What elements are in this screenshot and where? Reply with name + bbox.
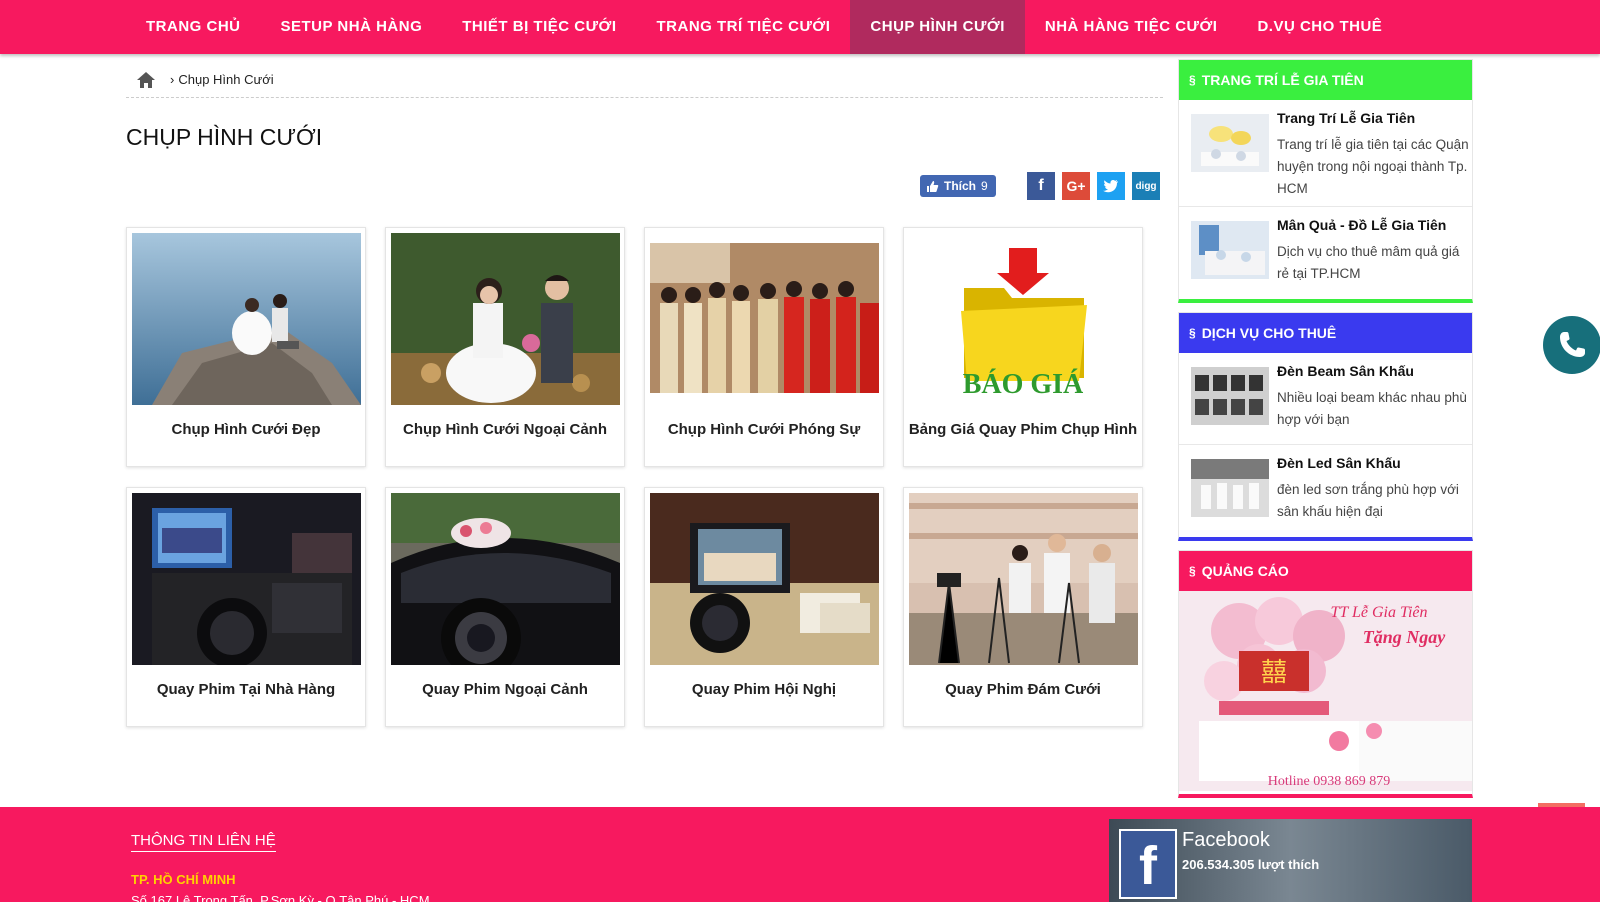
footer-title: THÔNG TIN LIÊN HỆ: [131, 832, 276, 852]
top-navigation: TRANG CHỦ SETUP NHÀ HÀNG THIẾT BỊ TIỆC C…: [0, 0, 1600, 54]
facebook-like-button[interactable]: Thích 9: [920, 175, 996, 197]
photo-video-conference[interactable]: [650, 493, 879, 665]
footer-address: Số 167 Lê Trọng Tấn, P.Sơn Kỳ - Q.Tân Ph…: [131, 893, 430, 908]
spiral-icon: §: [1189, 326, 1196, 340]
photo-wedding-outdoor[interactable]: [391, 233, 620, 405]
digg-icon[interactable]: digg: [1132, 172, 1160, 200]
facebook-page-name[interactable]: Facebook: [1182, 829, 1270, 852]
sidebar-item[interactable]: Mân Quả - Đồ Lễ Gia Tiên Dịch vụ cho thu…: [1179, 207, 1472, 299]
sidebar-item-desc: đèn led sơn trắng phù hợp với sân khấu h…: [1277, 482, 1459, 519]
sidebar-item-title[interactable]: Trang Trí Lễ Gia Tiên: [1277, 110, 1415, 126]
page-title: CHỤP HÌNH CƯỚI: [126, 124, 323, 150]
svg-text:囍: 囍: [1261, 658, 1287, 687]
home-icon[interactable]: [136, 71, 156, 89]
nav-item-setup-restaurant[interactable]: SETUP NHÀ HÀNG: [261, 0, 443, 54]
card-caption[interactable]: Quay Phim Hội Nghị: [645, 681, 883, 698]
sidebar-thumbnail[interactable]: [1191, 367, 1269, 425]
category-card[interactable]: Quay Phim Tại Nhà Hàng: [126, 487, 366, 727]
nav-item-rental-services[interactable]: D.VỤ CHO THUÊ: [1237, 0, 1402, 54]
sidebar-box-rental: § DỊCH VỤ CHO THUÊ Đèn Beam Sân Khấu Nhi…: [1178, 312, 1473, 541]
call-phone-button[interactable]: [1543, 316, 1600, 374]
sidebar-item[interactable]: Đèn Beam Sân Khấu Nhiều loại beam khác n…: [1179, 353, 1472, 445]
thumbs-up-icon: [927, 180, 939, 192]
nav-item-home[interactable]: TRANG CHỦ: [126, 0, 261, 54]
card-caption[interactable]: Quay Phim Đám Cưới: [904, 681, 1142, 698]
category-card[interactable]: Chụp Hình Cưới Ngoại Cảnh: [385, 227, 625, 467]
card-caption[interactable]: Chụp Hình Cưới Ngoại Cảnh: [386, 421, 624, 438]
ad-line-1: TT Lễ Gia Tiên: [1330, 604, 1427, 621]
sidebar-thumbnail[interactable]: [1191, 114, 1269, 172]
spiral-icon: §: [1189, 564, 1196, 578]
breadcrumb-separator: ›: [170, 72, 175, 87]
category-card[interactable]: Chụp Hình Cưới Đẹp: [126, 227, 366, 467]
google-plus-icon[interactable]: G+: [1062, 172, 1090, 200]
price-badge-text: BÁO GIÁ: [963, 369, 1084, 400]
spiral-icon: §: [1189, 73, 1196, 87]
photo-video-outdoor[interactable]: [391, 493, 620, 665]
nav-item-wedding-photography[interactable]: CHỤP HÌNH CƯỚI: [850, 0, 1025, 54]
sidebar-box-title: TRANG TRÍ LỄ GIA TIÊN: [1201, 72, 1364, 88]
sidebar-item-desc: Dịch vụ cho thuê mâm quả giá rẻ tại TP.H…: [1277, 244, 1460, 281]
ad-line-2: Tặng Ngay: [1363, 627, 1447, 647]
twitter-icon[interactable]: [1097, 172, 1125, 200]
sidebar-box-header: § TRANG TRÍ LỄ GIA TIÊN: [1179, 60, 1472, 100]
photo-video-wedding[interactable]: [909, 493, 1138, 665]
sidebar-box-ancestor-decor: § TRANG TRÍ LỄ GIA TIÊN Trang Trí Lễ Gia…: [1178, 59, 1473, 303]
sidebar-item-desc: Trang trí lễ gia tiên tại các Quận huyện…: [1277, 137, 1469, 196]
footer-city: TP. HỒ CHÍ MINH: [131, 872, 236, 887]
ad-banner[interactable]: 囍 TT Lễ Gia Tiên Tặng Ngay Hotline 0938 …: [1179, 591, 1472, 791]
sidebar-box-title: QUẢNG CÁO: [1201, 563, 1289, 579]
sidebar-item[interactable]: Trang Trí Lễ Gia Tiên Trang trí lễ gia t…: [1179, 100, 1472, 207]
sidebar-box-header: § QUẢNG CÁO: [1179, 551, 1472, 591]
sidebar-thumbnail[interactable]: [1191, 221, 1269, 279]
breadcrumb-current: Chụp Hình Cưới: [178, 72, 274, 87]
sidebar-box-header: § DỊCH VỤ CHO THUÊ: [1179, 313, 1472, 353]
footer: THÔNG TIN LIÊN HỆ TP. HỒ CHÍ MINH Số 167…: [0, 807, 1600, 908]
card-caption[interactable]: Quay Phim Tại Nhà Hàng: [127, 681, 365, 698]
nav-item-wedding-restaurant[interactable]: NHÀ HÀNG TIỆC CƯỚI: [1025, 0, 1238, 54]
category-card[interactable]: Quay Phim Hội Nghị: [644, 487, 884, 727]
sidebar-thumbnail[interactable]: [1191, 459, 1269, 517]
card-caption[interactable]: Bảng Giá Quay Phim Chụp Hình: [904, 421, 1142, 438]
category-card[interactable]: Chụp Hình Cưới Phóng Sự: [644, 227, 884, 467]
photo-price-list[interactable]: BÁO GIÁ: [909, 233, 1138, 405]
nav-item-wedding-decoration[interactable]: TRANG TRÍ TIỆC CƯỚI: [637, 0, 851, 54]
card-caption[interactable]: Chụp Hình Cưới Đẹp: [127, 421, 365, 438]
photo-wedding-beautiful[interactable]: [132, 233, 361, 405]
card-caption[interactable]: Quay Phim Ngoại Cảnh: [386, 681, 624, 698]
category-card[interactable]: BÁO GIÁ Bảng Giá Quay Phim Chụp Hình: [903, 227, 1143, 467]
photo-wedding-reportage[interactable]: [650, 233, 879, 405]
nav-item-wedding-equipment[interactable]: THIẾT BỊ TIỆC CƯỚI: [442, 0, 636, 54]
sidebar-item-title[interactable]: Mân Quả - Đồ Lễ Gia Tiên: [1277, 217, 1446, 233]
facebook-icon[interactable]: f: [1027, 172, 1055, 200]
like-label: Thích: [944, 179, 976, 193]
facebook-like-count: 206.534.305 lượt thích: [1182, 857, 1320, 872]
facebook-logo-icon: f: [1119, 829, 1177, 899]
photo-video-restaurant[interactable]: [132, 493, 361, 665]
ad-hotline: Hotline 0938 869 879: [1268, 774, 1391, 789]
category-card[interactable]: Quay Phim Ngoại Cảnh: [385, 487, 625, 727]
breadcrumb: › Chụp Hình Cưới: [126, 62, 1163, 98]
phone-icon: [1560, 332, 1585, 357]
sidebar-box-ads: § QUẢNG CÁO 囍 TT Lễ Gia Tiên Tặng Ngay H…: [1178, 550, 1473, 798]
sidebar-item-title[interactable]: Đèn Beam Sân Khấu: [1277, 363, 1414, 379]
facebook-page-widget[interactable]: f Facebook 206.534.305 lượt thích: [1109, 819, 1472, 902]
sidebar-item-title[interactable]: Đèn Led Sân Khấu: [1277, 455, 1401, 471]
sidebar-item-desc: Nhiều loại beam khác nhau phù hợp với bạ…: [1277, 390, 1467, 427]
category-card[interactable]: Quay Phim Đám Cưới: [903, 487, 1143, 727]
card-caption[interactable]: Chụp Hình Cưới Phóng Sự: [645, 421, 883, 438]
sidebar-box-title: DỊCH VỤ CHO THUÊ: [1201, 325, 1337, 341]
like-count: 9: [981, 179, 988, 193]
sidebar-item[interactable]: Đèn Led Sân Khấu đèn led sơn trắng phù h…: [1179, 445, 1472, 537]
